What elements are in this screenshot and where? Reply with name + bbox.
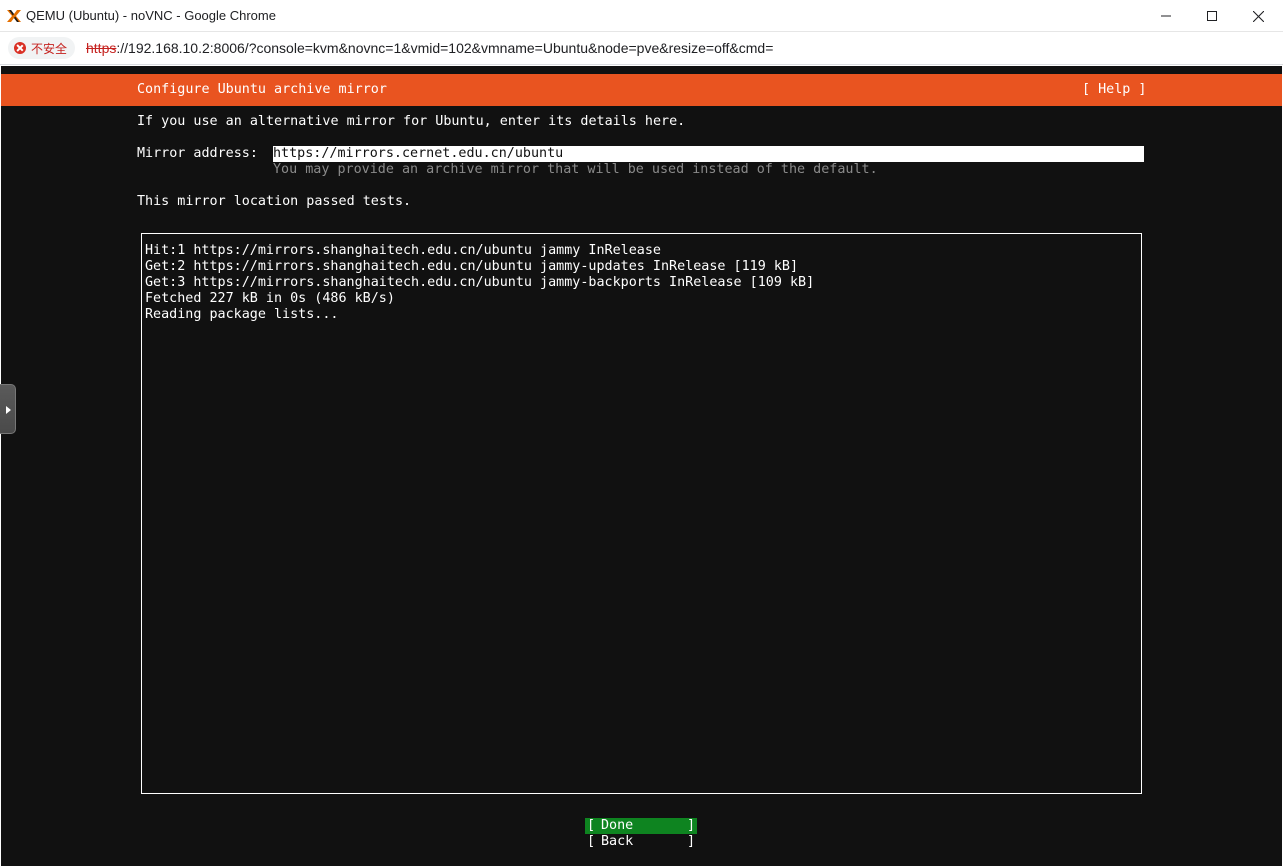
mirror-address-input[interactable]: [273, 146, 1144, 162]
back-label: Back: [601, 834, 634, 849]
proxmox-x-icon: [7, 10, 21, 22]
close-window-button[interactable]: [1235, 0, 1281, 32]
back-button[interactable]: [ Back ]: [585, 834, 697, 850]
log-line: Get:2 https://mirrors.shanghaitech.edu.c…: [145, 259, 799, 274]
installer-header: Configure Ubuntu archive mirror [ Help ]: [1, 74, 1282, 106]
done-button[interactable]: [ Done ]: [585, 818, 697, 834]
maximize-button[interactable]: [1189, 0, 1235, 32]
page-title: Configure Ubuntu archive mirror: [137, 82, 387, 97]
security-chip[interactable]: 不安全: [8, 37, 76, 59]
url-text[interactable]: https://192.168.10.2:8006/?console=kvm&n…: [86, 40, 773, 56]
log-line: Hit:1 https://mirrors.shanghaitech.edu.c…: [145, 243, 661, 258]
address-bar[interactable]: 不安全 https://192.168.10.2:8006/?console=k…: [0, 32, 1283, 65]
help-button[interactable]: [ Help ]: [1082, 82, 1147, 98]
mirror-address-label: Mirror address:: [137, 146, 258, 161]
apt-log-box: Hit:1 https://mirrors.shanghaitech.edu.c…: [141, 233, 1142, 794]
log-line: Reading package lists...: [145, 307, 339, 322]
status-message: This mirror location passed tests.: [137, 194, 412, 209]
bracket-open: [: [587, 834, 596, 849]
bracket-close: ]: [686, 834, 695, 849]
mirror-hint: You may provide an archive mirror that w…: [273, 162, 878, 177]
expand-arrow-icon: [6, 406, 11, 414]
vnc-screen[interactable]: Configure Ubuntu archive mirror [ Help ]…: [1, 66, 1282, 866]
bracket-open: [: [587, 818, 596, 833]
minimize-icon: [1161, 15, 1171, 17]
minimize-button[interactable]: [1143, 0, 1189, 32]
bracket-close: ]: [686, 818, 695, 833]
log-line: Fetched 227 kB in 0s (486 kB/s): [145, 291, 395, 306]
window-title: QEMU (Ubuntu) - noVNC - Google Chrome: [26, 8, 276, 23]
close-icon: [1252, 10, 1264, 22]
maximize-icon: [1207, 11, 1217, 21]
url-rest: ://192.168.10.2:8006/?console=kvm&novnc=…: [116, 40, 774, 56]
intro-text: If you use an alternative mirror for Ubu…: [137, 114, 686, 129]
log-line: Get:3 https://mirrors.shanghaitech.edu.c…: [145, 275, 815, 290]
done-label: Done: [601, 818, 634, 833]
window-titlebar: QEMU (Ubuntu) - noVNC - Google Chrome: [0, 0, 1283, 32]
novnc-sidebar-handle[interactable]: [0, 384, 16, 434]
url-scheme: https: [86, 40, 117, 56]
not-secure-icon: [14, 42, 26, 54]
security-label: 不安全: [31, 41, 68, 56]
